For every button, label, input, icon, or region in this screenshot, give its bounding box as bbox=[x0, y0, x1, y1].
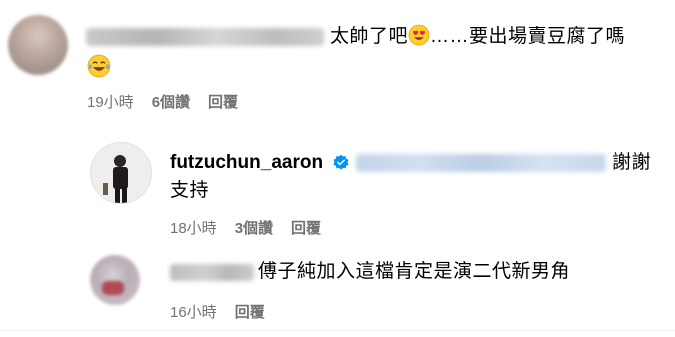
bottom-divider bbox=[0, 330, 675, 331]
comment-3-meta: 16小時 回覆 bbox=[170, 301, 265, 322]
comment-1-reply-button[interactable]: 回覆 bbox=[208, 91, 238, 112]
commenter-avatar-1[interactable] bbox=[8, 15, 68, 75]
comment-2-meta: 18小時 3個讚 回覆 bbox=[170, 217, 321, 238]
comment-3-time: 16小時 bbox=[170, 304, 217, 321]
comment-1-text-end: ……要出場賣豆腐了嗎 bbox=[430, 26, 626, 47]
comment-1-likes[interactable]: 6個讚 bbox=[152, 91, 190, 112]
blurred-mention[interactable] bbox=[356, 154, 606, 172]
comment-1-text-start: 太帥了吧 bbox=[330, 26, 409, 47]
blurred-username-1[interactable] bbox=[86, 28, 324, 46]
comment-2-reply-button[interactable]: 回覆 bbox=[291, 217, 321, 238]
comment-3-reply-button[interactable]: 回覆 bbox=[235, 301, 265, 322]
futzuchun-aaron-avatar[interactable] bbox=[90, 142, 152, 204]
heart-eyes-emoji-icon bbox=[408, 24, 430, 46]
username-futzuchun-aaron[interactable]: futzuchun_aaron bbox=[170, 152, 323, 174]
tears-of-joy-emoji-icon bbox=[87, 54, 111, 78]
comment-2-likes[interactable]: 3個讚 bbox=[235, 217, 273, 238]
comment-2-text-line1: 謝謝 bbox=[612, 152, 652, 173]
commenter-avatar-3[interactable] bbox=[90, 255, 140, 305]
person-photo-icon bbox=[91, 143, 151, 203]
comment-2-time: 18小時 bbox=[170, 220, 217, 237]
comment-text-1: 太帥了吧 ……要出場賣豆腐了嗎 bbox=[330, 22, 670, 52]
blurred-username-3[interactable] bbox=[170, 264, 254, 281]
comment-3-text: 傅子純加入這檔肯定是演二代新男角 bbox=[258, 261, 571, 282]
comment-2-text-line2: 支持 bbox=[170, 180, 210, 201]
comment-1-time: 19小時 bbox=[87, 94, 134, 111]
comment-1-meta: 19小時 6個讚 回覆 bbox=[87, 91, 238, 112]
comment-thread: 太帥了吧 ……要出場賣豆腐了嗎 19小時 6個讚 回覆 futzuchun_aa… bbox=[0, 0, 675, 337]
verified-badge-icon bbox=[333, 154, 349, 170]
